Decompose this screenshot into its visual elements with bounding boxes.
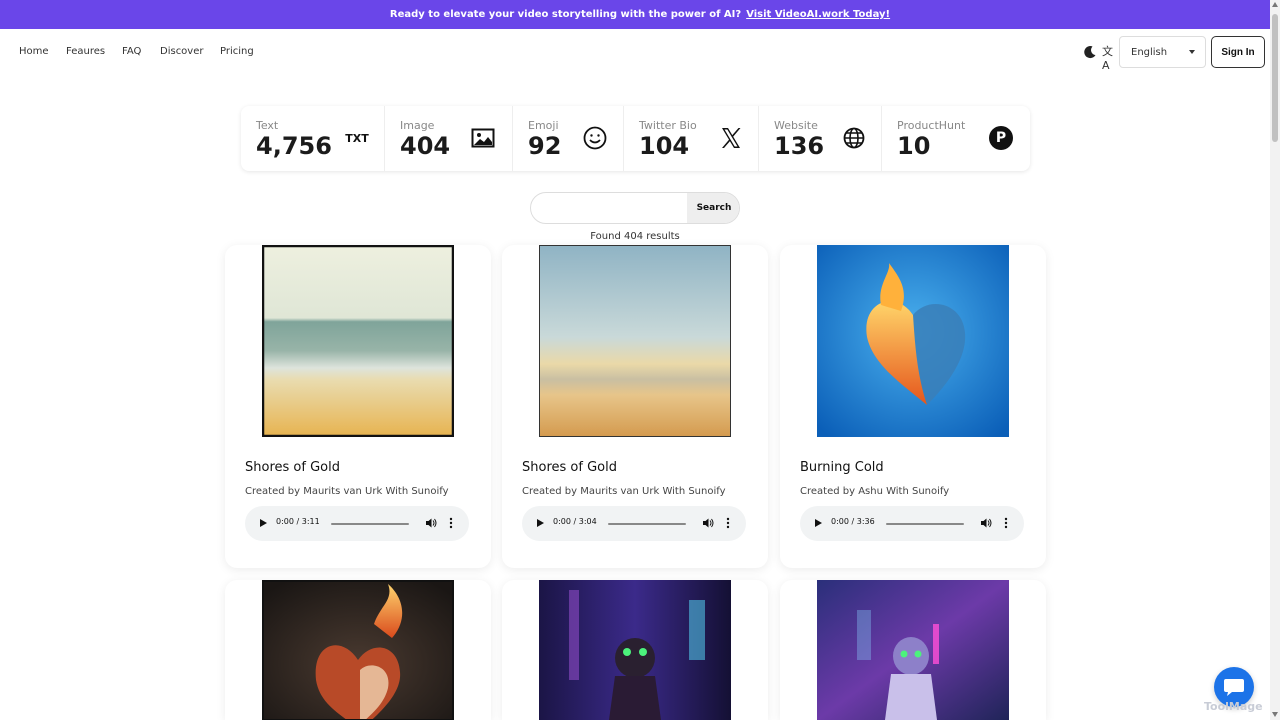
song-title[interactable]: Burning Cold <box>800 460 884 475</box>
song-title[interactable]: Shores of Gold <box>522 460 617 475</box>
audio-time: 0:00 / 3:11 <box>276 517 320 526</box>
scroll-up-icon[interactable] <box>1272 2 1278 7</box>
stat-value: 10 <box>897 132 931 160</box>
volume-icon[interactable] <box>702 517 714 529</box>
song-artwork[interactable] <box>262 580 454 720</box>
stat-twitter-bio[interactable]: Twitter Bio 104 <box>624 106 759 171</box>
stat-value: 92 <box>528 132 562 160</box>
stat-value: 4,756 <box>256 132 332 160</box>
nav-faq[interactable]: FAQ <box>122 46 141 57</box>
song-title[interactable]: Shores of Gold <box>245 460 340 475</box>
more-options-icon[interactable] <box>449 517 453 529</box>
image-icon <box>471 128 495 148</box>
song-card[interactable] <box>225 580 491 720</box>
nav-home[interactable]: Home <box>19 46 49 57</box>
stat-producthunt[interactable]: ProductHunt 10 P <box>882 106 1030 171</box>
promo-banner: Ready to elevate your video storytelling… <box>0 0 1280 29</box>
scrollbar-thumb[interactable] <box>1272 14 1278 142</box>
watermark-logo: ToolMage <box>1204 700 1263 713</box>
search-button[interactable]: Search <box>687 193 739 223</box>
producthunt-icon: P <box>989 126 1013 150</box>
stat-label: Website <box>774 119 818 132</box>
stat-label: Emoji <box>528 119 559 132</box>
top-nav: Home Feaures FAQ Discover Pricing <box>0 29 1270 75</box>
stat-label: Twitter Bio <box>639 119 697 132</box>
banner-text: Ready to elevate your video storytelling… <box>389 9 742 20</box>
audio-time: 0:00 / 3:04 <box>553 517 597 526</box>
stat-value: 136 <box>774 132 825 160</box>
more-options-icon[interactable] <box>726 517 730 529</box>
song-artwork[interactable] <box>817 245 1009 437</box>
song-card[interactable]: Burning Cold Created by Ashu With Sunoif… <box>780 245 1046 568</box>
audio-progress-bar[interactable] <box>331 523 409 525</box>
song-author: Created by Maurits van Urk With Sunoify <box>245 486 449 497</box>
language-select[interactable]: English <box>1119 36 1206 68</box>
song-artwork[interactable] <box>539 580 731 720</box>
nav-pricing[interactable]: Pricing <box>220 46 254 57</box>
stat-website[interactable]: Website 136 <box>759 106 882 171</box>
stat-value: 404 <box>400 132 451 160</box>
translate-icon[interactable]: 文A <box>1102 45 1116 72</box>
audio-player: 0:00 / 3:11 <box>245 506 469 541</box>
stat-label: Text <box>256 119 279 132</box>
audio-player: 0:00 / 3:36 <box>800 506 1024 541</box>
play-icon[interactable] <box>537 519 544 527</box>
scroll-down-icon[interactable] <box>1272 712 1278 717</box>
x-logo-icon <box>722 128 741 148</box>
stat-image[interactable]: Image 404 <box>385 106 513 171</box>
stats-bar: Text 4,756 TXT Image 404 Emoji 92 Twitte… <box>241 106 1030 171</box>
volume-icon[interactable] <box>425 517 437 529</box>
audio-player: 0:00 / 3:04 <box>522 506 746 541</box>
stat-text[interactable]: Text 4,756 TXT <box>241 106 385 171</box>
chevron-down-icon <box>1189 50 1195 54</box>
song-card[interactable]: Shores of Gold Created by Maurits van Ur… <box>225 245 491 568</box>
song-artwork[interactable] <box>262 245 454 437</box>
results-count: Found 404 results <box>590 231 680 242</box>
sign-in-button[interactable]: Sign In <box>1211 36 1265 68</box>
globe-icon <box>843 127 865 149</box>
banner-link[interactable]: Visit VideoAI.work Today! <box>746 9 890 20</box>
more-options-icon[interactable] <box>1004 517 1008 529</box>
txt-icon: TXT <box>345 131 369 145</box>
nav-features[interactable]: Feaures <box>66 46 105 57</box>
smiley-icon <box>583 126 607 150</box>
song-artwork[interactable] <box>817 580 1009 720</box>
song-author: Created by Maurits van Urk With Sunoify <box>522 486 726 497</box>
play-icon[interactable] <box>260 519 267 527</box>
song-artwork[interactable] <box>539 245 731 437</box>
play-icon[interactable] <box>815 519 822 527</box>
search-box: Search <box>530 192 740 224</box>
page-scrollbar[interactable] <box>1270 0 1280 720</box>
stat-label: ProductHunt <box>897 119 966 132</box>
song-card[interactable]: Shores of Gold Created by Maurits van Ur… <box>502 245 768 568</box>
language-value: English <box>1131 46 1168 58</box>
stat-label: Image <box>400 119 435 132</box>
song-card[interactable] <box>502 580 768 720</box>
stat-emoji[interactable]: Emoji 92 <box>513 106 624 171</box>
volume-icon[interactable] <box>980 517 992 529</box>
stat-value: 104 <box>639 132 690 160</box>
nav-discover[interactable]: Discover <box>160 46 204 57</box>
song-author: Created by Ashu With Sunoify <box>800 486 950 497</box>
moon-icon[interactable] <box>1083 45 1097 59</box>
audio-progress-bar[interactable] <box>608 523 686 525</box>
audio-progress-bar[interactable] <box>886 523 964 525</box>
song-card[interactable] <box>780 580 1046 720</box>
audio-time: 0:00 / 3:36 <box>831 517 875 526</box>
search-input[interactable] <box>531 193 687 223</box>
chat-bubble-icon <box>1224 679 1244 696</box>
